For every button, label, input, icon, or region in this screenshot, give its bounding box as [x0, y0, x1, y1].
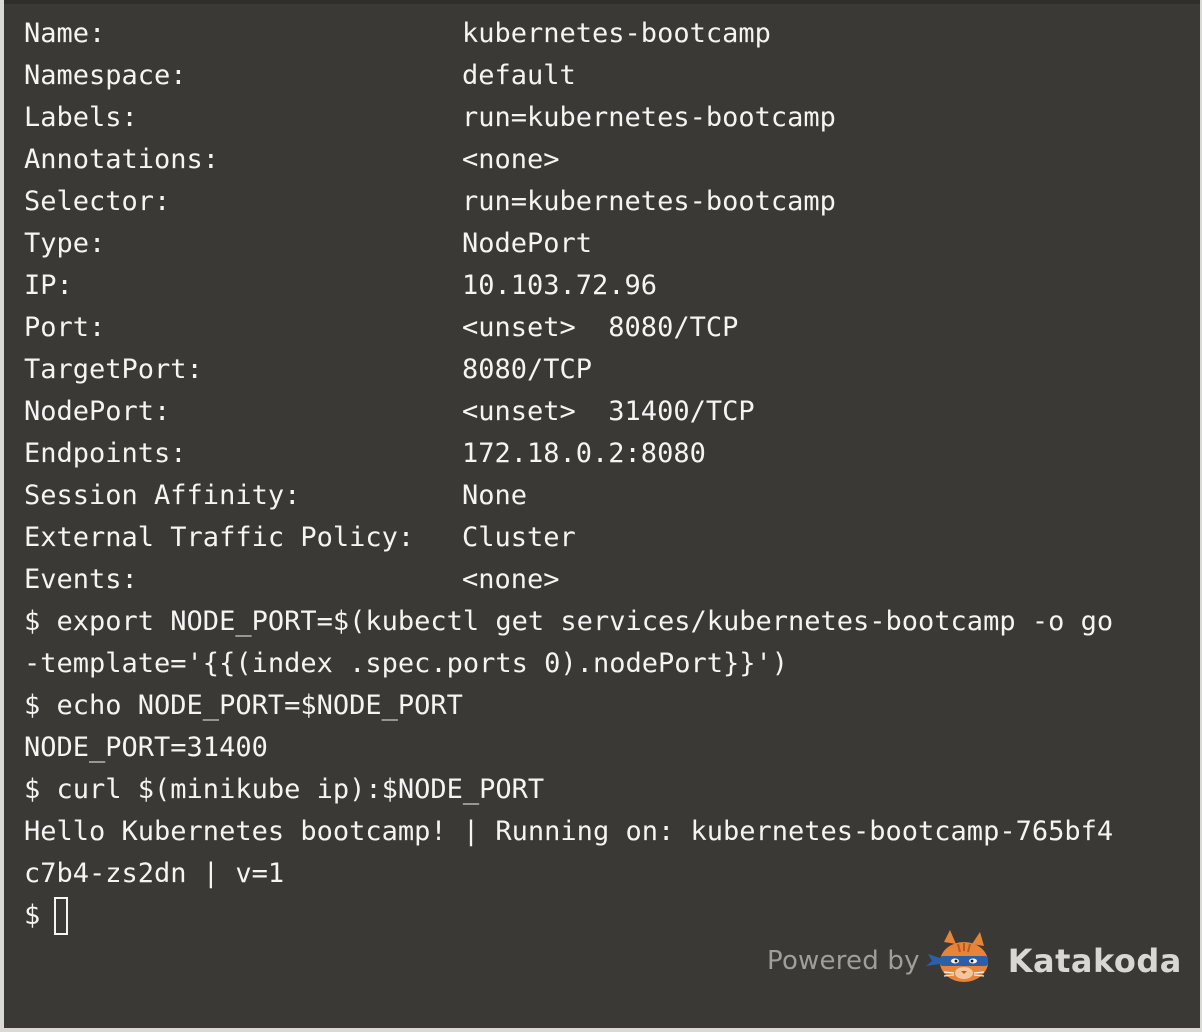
describe-key: IP:: [24, 270, 73, 301]
command-line-curl: $ curl $(minikube ip):$NODE_PORT: [24, 769, 544, 811]
describe-key: Namespace:: [24, 60, 187, 91]
prompt-symbol: $: [24, 900, 41, 931]
describe-key: Name:: [24, 18, 106, 49]
describe-value: None: [462, 480, 528, 511]
terminal-top-edge: [0, 0, 1202, 4]
describe-value: Cluster: [462, 522, 576, 553]
describe-row-port: Port: <unset> 8080/TCP: [24, 307, 738, 349]
command-text: $ export NODE_PORT=$(kubectl get service…: [24, 606, 1114, 637]
text-cursor[interactable]: [54, 897, 69, 935]
terminal-left-edge: [0, 0, 4, 1032]
describe-key: Events:: [24, 564, 138, 595]
describe-key: Labels:: [24, 102, 138, 133]
describe-key: TargetPort:: [24, 354, 203, 385]
describe-row-type: Type: NodePort: [24, 223, 592, 265]
describe-value: run=kubernetes-bootcamp: [462, 186, 836, 217]
describe-value: kubernetes-bootcamp: [462, 18, 771, 49]
command-text: $ curl $(minikube ip):$NODE_PORT: [24, 774, 545, 805]
prompt-wrap: $: [24, 895, 69, 937]
prompt-line[interactable]: $: [24, 895, 122, 937]
describe-value: run=kubernetes-bootcamp: [462, 102, 836, 133]
command-line-echo: $ echo NODE_PORT=$NODE_PORT: [24, 685, 463, 727]
describe-value: NodePort: [462, 228, 593, 259]
describe-value: <none>: [462, 144, 560, 175]
describe-key: Session Affinity:: [24, 480, 301, 511]
terminal-output: Name: kubernetes-bootcamp Namespace: def…: [24, 13, 1113, 937]
describe-row-name: Name: kubernetes-bootcamp: [24, 13, 771, 55]
describe-row-targetport: TargetPort: 8080/TCP: [24, 349, 592, 391]
output-text: NODE_PORT=31400: [24, 732, 268, 763]
powered-by-badge[interactable]: Powered by Katakoda: [767, 928, 1182, 994]
describe-value: 172.18.0.2:8080: [462, 438, 706, 469]
powered-by-label: Powered by: [767, 946, 920, 976]
describe-row-selector: Selector: run=kubernetes-bootcamp: [24, 181, 836, 223]
terminal-window[interactable]: Name: kubernetes-bootcamp Namespace: def…: [0, 0, 1202, 1032]
command-line-export: $ export NODE_PORT=$(kubectl get service…: [24, 601, 1113, 643]
output-line-node-port: NODE_PORT=31400: [24, 727, 268, 769]
describe-row-namespace: Namespace: default: [24, 55, 576, 97]
describe-value: <unset> 31400/TCP: [462, 396, 755, 427]
describe-row-annotations: Annotations: <none>: [24, 139, 560, 181]
output-text: Hello Kubernetes bootcamp! | Running on:…: [24, 816, 1114, 847]
describe-row-nodeport: NodePort: <unset> 31400/TCP: [24, 391, 755, 433]
output-text: c7b4-zs2dn | v=1: [24, 858, 285, 889]
describe-value: <unset> 8080/TCP: [462, 312, 739, 343]
describe-row-endpoints: Endpoints: 172.18.0.2:8080: [24, 433, 706, 475]
describe-row-session-affinity: Session Affinity: None: [24, 475, 527, 517]
describe-key: External Traffic Policy:: [24, 522, 415, 553]
describe-row-external-traffic-policy: External Traffic Policy: Cluster: [24, 517, 576, 559]
describe-key: NodePort:: [24, 396, 171, 427]
describe-row-events: Events: <none>: [24, 559, 560, 601]
command-text: $ echo NODE_PORT=$NODE_PORT: [24, 690, 463, 721]
terminal-bottom-edge: [0, 1028, 1202, 1032]
command-text: -template='{{(index .spec.ports 0).nodeP…: [24, 648, 789, 679]
output-line-hello-continued: c7b4-zs2dn | v=1: [24, 853, 284, 895]
describe-key: Port:: [24, 312, 106, 343]
command-line-export-continued: -template='{{(index .spec.ports 0).nodeP…: [24, 643, 788, 685]
kitten-ninja-icon: [925, 930, 988, 982]
describe-value: 10.103.72.96: [462, 270, 658, 301]
describe-value: default: [462, 60, 576, 91]
describe-key: Type:: [24, 228, 106, 259]
describe-row-labels: Labels: run=kubernetes-bootcamp: [24, 97, 836, 139]
describe-key: Annotations:: [24, 144, 220, 175]
describe-key: Endpoints:: [24, 438, 187, 469]
describe-row-ip: IP: 10.103.72.96: [24, 265, 657, 307]
describe-value: <none>: [462, 564, 560, 595]
describe-value: 8080/TCP: [462, 354, 593, 385]
describe-key: Selector:: [24, 186, 171, 217]
katakoda-brand-label: Katakoda: [1007, 942, 1182, 980]
output-line-hello: Hello Kubernetes bootcamp! | Running on:…: [24, 811, 1113, 853]
